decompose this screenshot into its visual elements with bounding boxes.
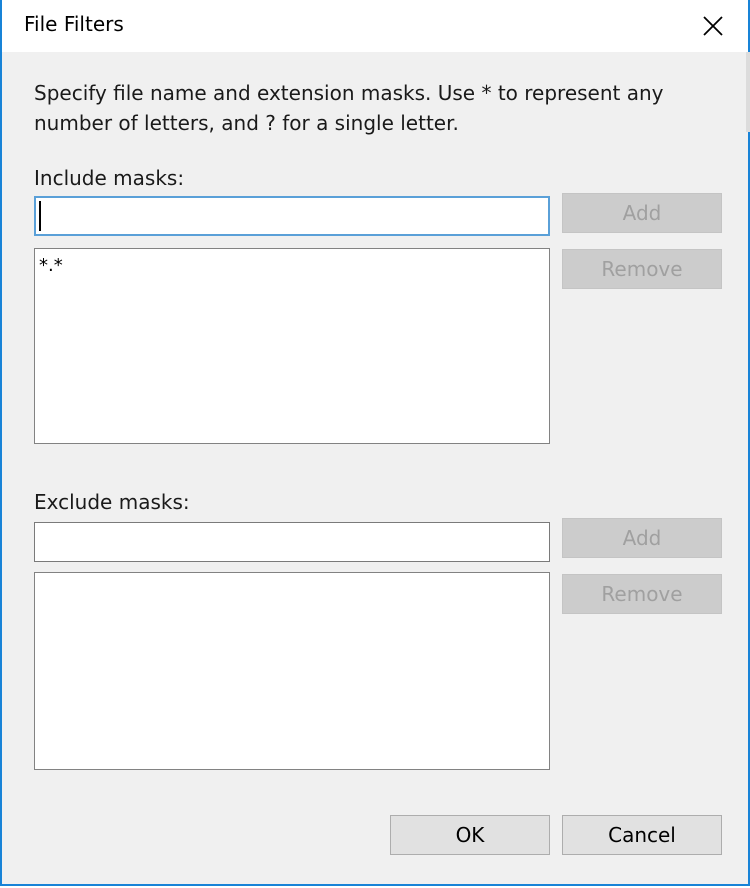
exclude-masks-label: Exclude masks: (34, 490, 190, 514)
close-icon (703, 16, 723, 36)
exclude-masks-list[interactable] (34, 572, 550, 770)
background-window-edge (746, 52, 750, 132)
text-caret (39, 201, 41, 231)
title-bar: File Filters (2, 0, 748, 52)
close-button[interactable] (678, 0, 748, 52)
instructions-text: Specify file name and extension masks. U… (34, 81, 664, 135)
include-masks-label: Include masks: (34, 166, 185, 190)
ok-button[interactable]: OK (390, 815, 550, 855)
include-mask-input[interactable] (34, 196, 550, 236)
include-add-button[interactable]: Add (562, 193, 722, 233)
exclude-remove-button[interactable]: Remove (562, 574, 722, 614)
cancel-button[interactable]: Cancel (562, 815, 722, 855)
exclude-add-button[interactable]: Add (562, 518, 722, 558)
include-remove-button[interactable]: Remove (562, 249, 722, 289)
list-item[interactable]: *.* (39, 255, 63, 276)
exclude-mask-input[interactable] (34, 522, 550, 562)
include-masks-list[interactable]: *.* (34, 248, 550, 444)
file-filters-dialog: File Filters Specify file name and exten… (0, 0, 750, 886)
dialog-title: File Filters (24, 12, 124, 36)
